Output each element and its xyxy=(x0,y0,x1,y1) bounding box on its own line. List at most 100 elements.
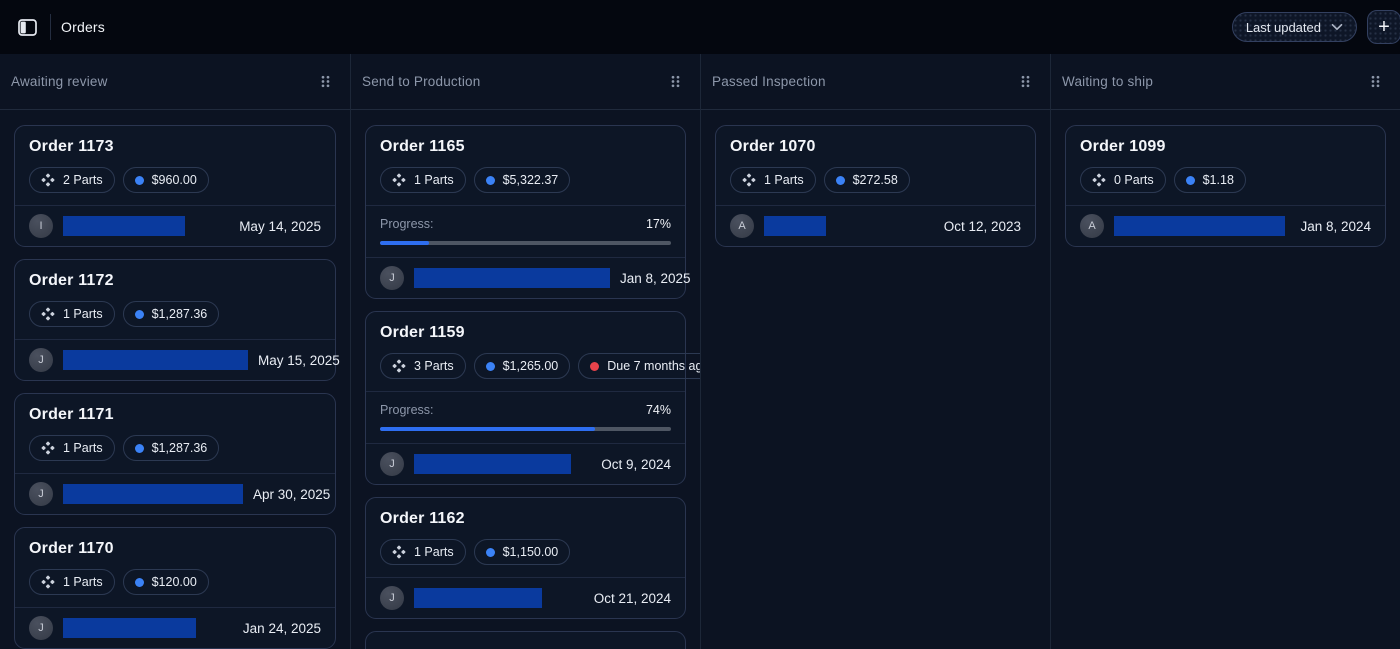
column-title: Passed Inspection xyxy=(712,74,826,89)
parts-diamond-icon xyxy=(392,359,406,373)
amount-label: $1,150.00 xyxy=(503,545,559,559)
order-card[interactable] xyxy=(365,631,686,649)
due-date-label: Oct 21, 2024 xyxy=(594,591,671,606)
column-header: Awaiting review xyxy=(0,54,350,110)
parts-count-label: 3 Parts xyxy=(414,359,454,373)
assignee-name-bar xyxy=(63,618,196,638)
assignee-name-bar xyxy=(414,588,542,608)
chevron-down-icon xyxy=(1331,23,1343,31)
parts-diamond-icon xyxy=(742,173,756,187)
amount-badge: $272.58 xyxy=(824,167,910,193)
order-title: Order 1165 xyxy=(380,138,671,156)
drag-handle-icon[interactable] xyxy=(317,72,334,91)
order-title: Order 1171 xyxy=(29,406,321,424)
assignee-name-bar xyxy=(1114,216,1285,236)
parts-badge: 1 Parts xyxy=(730,167,816,193)
amount-badge: $1,150.00 xyxy=(474,539,571,565)
progress-section: Progress: 17% xyxy=(366,206,685,257)
order-card[interactable]: Order 1172 1 Parts xyxy=(14,259,336,381)
assignee-name-bar xyxy=(414,454,571,474)
drag-handle-icon[interactable] xyxy=(1367,72,1384,91)
amount-dot-icon xyxy=(836,176,845,185)
due-date-label: Jan 8, 2025 xyxy=(620,271,691,286)
assignee-name-bar xyxy=(63,216,185,236)
order-card[interactable]: Order 1159 3 Parts xyxy=(365,311,686,485)
order-card[interactable]: Order 1099 0 Parts xyxy=(1065,125,1386,247)
add-order-button[interactable]: + xyxy=(1367,10,1400,44)
order-card[interactable]: Order 1162 1 Parts xyxy=(365,497,686,619)
parts-badge: 0 Parts xyxy=(1080,167,1166,193)
due-date-label: Jan 24, 2025 xyxy=(243,621,321,636)
avatar: J xyxy=(380,266,404,290)
column-title: Waiting to ship xyxy=(1062,74,1153,89)
progress-label: Progress: xyxy=(380,403,434,417)
kanban-column: Waiting to ship Order 1099 xyxy=(1050,54,1400,649)
amount-label: $5,322.37 xyxy=(503,173,559,187)
due-date-label: May 14, 2025 xyxy=(239,219,321,234)
column-title: Awaiting review xyxy=(11,74,108,89)
page-title: Orders xyxy=(61,19,105,35)
drag-handle-icon[interactable] xyxy=(1017,72,1034,91)
parts-diamond-icon xyxy=(41,173,55,187)
assignee-name-bar xyxy=(63,484,243,504)
sort-dropdown-label: Last updated xyxy=(1246,20,1321,35)
due-date-label: Jan 8, 2024 xyxy=(1300,219,1371,234)
amount-label: $1.18 xyxy=(1203,173,1234,187)
progress-section: Progress: 74% xyxy=(366,392,685,443)
sort-dropdown[interactable]: Last updated xyxy=(1232,12,1357,42)
order-title: Order 1162 xyxy=(380,510,671,528)
column-header: Waiting to ship xyxy=(1051,54,1400,110)
card-footer: J Oct 9, 2024 xyxy=(366,444,685,484)
card-footer: J Apr 30, 2025 xyxy=(15,474,335,514)
parts-badge: 2 Parts xyxy=(29,167,115,193)
amount-badge: $5,322.37 xyxy=(474,167,571,193)
parts-badge: 1 Parts xyxy=(29,569,115,595)
amount-label: $272.58 xyxy=(853,173,898,187)
parts-diamond-icon xyxy=(41,575,55,589)
order-title: Order 1173 xyxy=(29,138,321,156)
amount-badge: $1.18 xyxy=(1174,167,1246,193)
parts-count-label: 1 Parts xyxy=(63,575,103,589)
parts-diamond-icon xyxy=(41,441,55,455)
amount-badge: $960.00 xyxy=(123,167,209,193)
order-card[interactable]: Order 1173 2 Parts xyxy=(14,125,336,247)
progress-label: Progress: xyxy=(380,217,434,231)
avatar: J xyxy=(29,348,53,372)
order-title: Order 1159 xyxy=(380,324,671,342)
assignee-name-bar xyxy=(63,350,248,370)
order-card[interactable]: Order 1170 1 Parts xyxy=(14,527,336,649)
parts-count-label: 1 Parts xyxy=(764,173,804,187)
column-header: Passed Inspection xyxy=(701,54,1050,110)
card-footer: J Jan 8, 2025 xyxy=(366,258,685,298)
progress-percent: 74% xyxy=(646,403,671,417)
kanban-column: Send to Production Order 1165 xyxy=(350,54,700,649)
amount-dot-icon xyxy=(486,362,495,371)
card-footer: A Oct 12, 2023 xyxy=(716,206,1035,246)
kanban-column: Passed Inspection Order 1070 xyxy=(700,54,1050,649)
amount-badge: $1,287.36 xyxy=(123,435,220,461)
order-card[interactable]: Order 1171 1 Parts xyxy=(14,393,336,515)
avatar: A xyxy=(730,214,754,238)
parts-count-label: 0 Parts xyxy=(1114,173,1154,187)
order-title: Order 1172 xyxy=(29,272,321,290)
amount-dot-icon xyxy=(135,578,144,587)
avatar: J xyxy=(380,452,404,476)
amount-label: $1,265.00 xyxy=(503,359,559,373)
progress-bar-track xyxy=(380,241,671,245)
drag-handle-icon[interactable] xyxy=(667,72,684,91)
card-footer: I May 14, 2025 xyxy=(15,206,335,246)
amount-label: $120.00 xyxy=(152,575,197,589)
order-title: Order 1070 xyxy=(730,138,1021,156)
order-card[interactable]: Order 1165 1 Parts xyxy=(365,125,686,299)
parts-count-label: 1 Parts xyxy=(414,545,454,559)
due-dot-icon xyxy=(590,362,599,371)
parts-diamond-icon xyxy=(41,307,55,321)
column-body: Order 1099 0 Parts xyxy=(1051,110,1400,649)
progress-bar-fill xyxy=(380,241,429,245)
parts-badge: 1 Parts xyxy=(29,301,115,327)
order-card[interactable]: Order 1070 1 Parts xyxy=(715,125,1036,247)
order-title: Order 1170 xyxy=(29,540,321,558)
sidebar-toggle-button[interactable] xyxy=(12,12,42,42)
parts-diamond-icon xyxy=(392,545,406,559)
due-date-label: Oct 12, 2023 xyxy=(944,219,1021,234)
